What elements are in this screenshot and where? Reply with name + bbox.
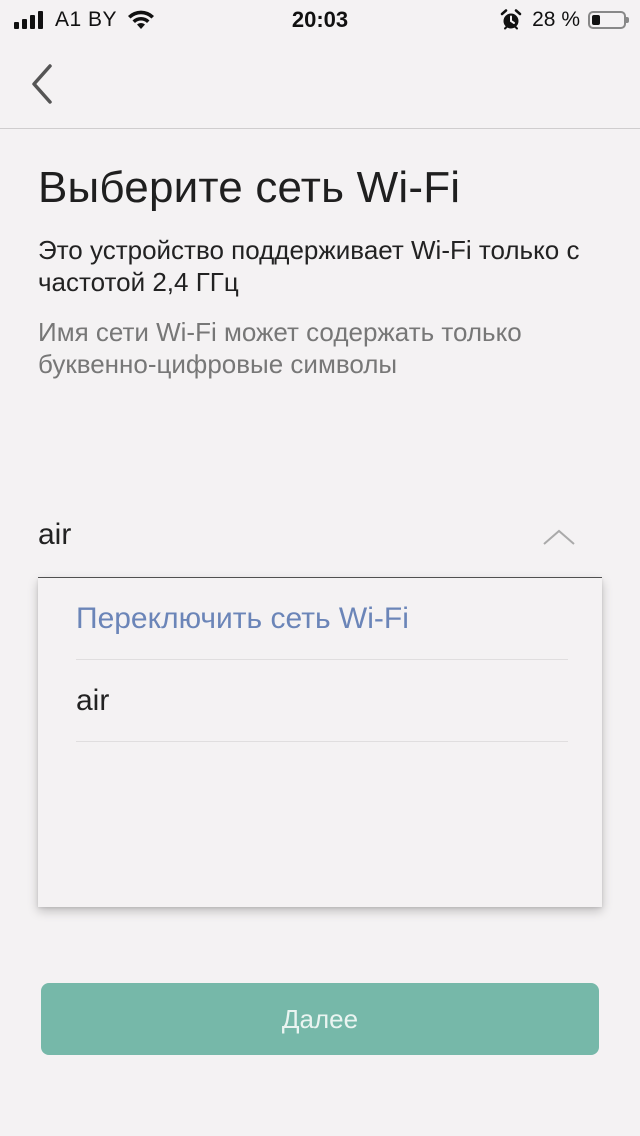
chevron-left-icon <box>32 64 52 104</box>
back-button[interactable] <box>22 60 62 108</box>
alarm-icon <box>500 9 522 30</box>
nav-bar <box>0 40 640 129</box>
network-option-label: air <box>76 684 110 717</box>
network-option-air[interactable]: air <box>76 660 568 742</box>
status-right: 28 % <box>500 8 629 32</box>
network-dropdown: Переключить сеть Wi-Fi air <box>38 578 602 907</box>
page-subtitle: Это устройство поддерживает Wi-Fi только… <box>38 235 580 297</box>
network-select[interactable]: air <box>38 500 602 578</box>
page-hint: Имя сети Wi-Fi может содержать только бу… <box>38 317 522 379</box>
switch-network-option[interactable]: Переключить сеть Wi-Fi <box>76 578 568 660</box>
status-bar: A1 BY 20:03 28 % <box>0 0 640 40</box>
battery-icon <box>588 11 629 29</box>
chevron-up-icon <box>543 529 575 545</box>
battery-level <box>592 15 600 25</box>
page-title: Выберите сеть Wi-Fi <box>38 163 461 212</box>
next-button[interactable]: Далее <box>41 983 599 1055</box>
switch-network-label: Переключить сеть Wi-Fi <box>76 602 409 635</box>
battery-percent: 28 % <box>532 8 580 31</box>
selected-network: air <box>38 518 72 551</box>
